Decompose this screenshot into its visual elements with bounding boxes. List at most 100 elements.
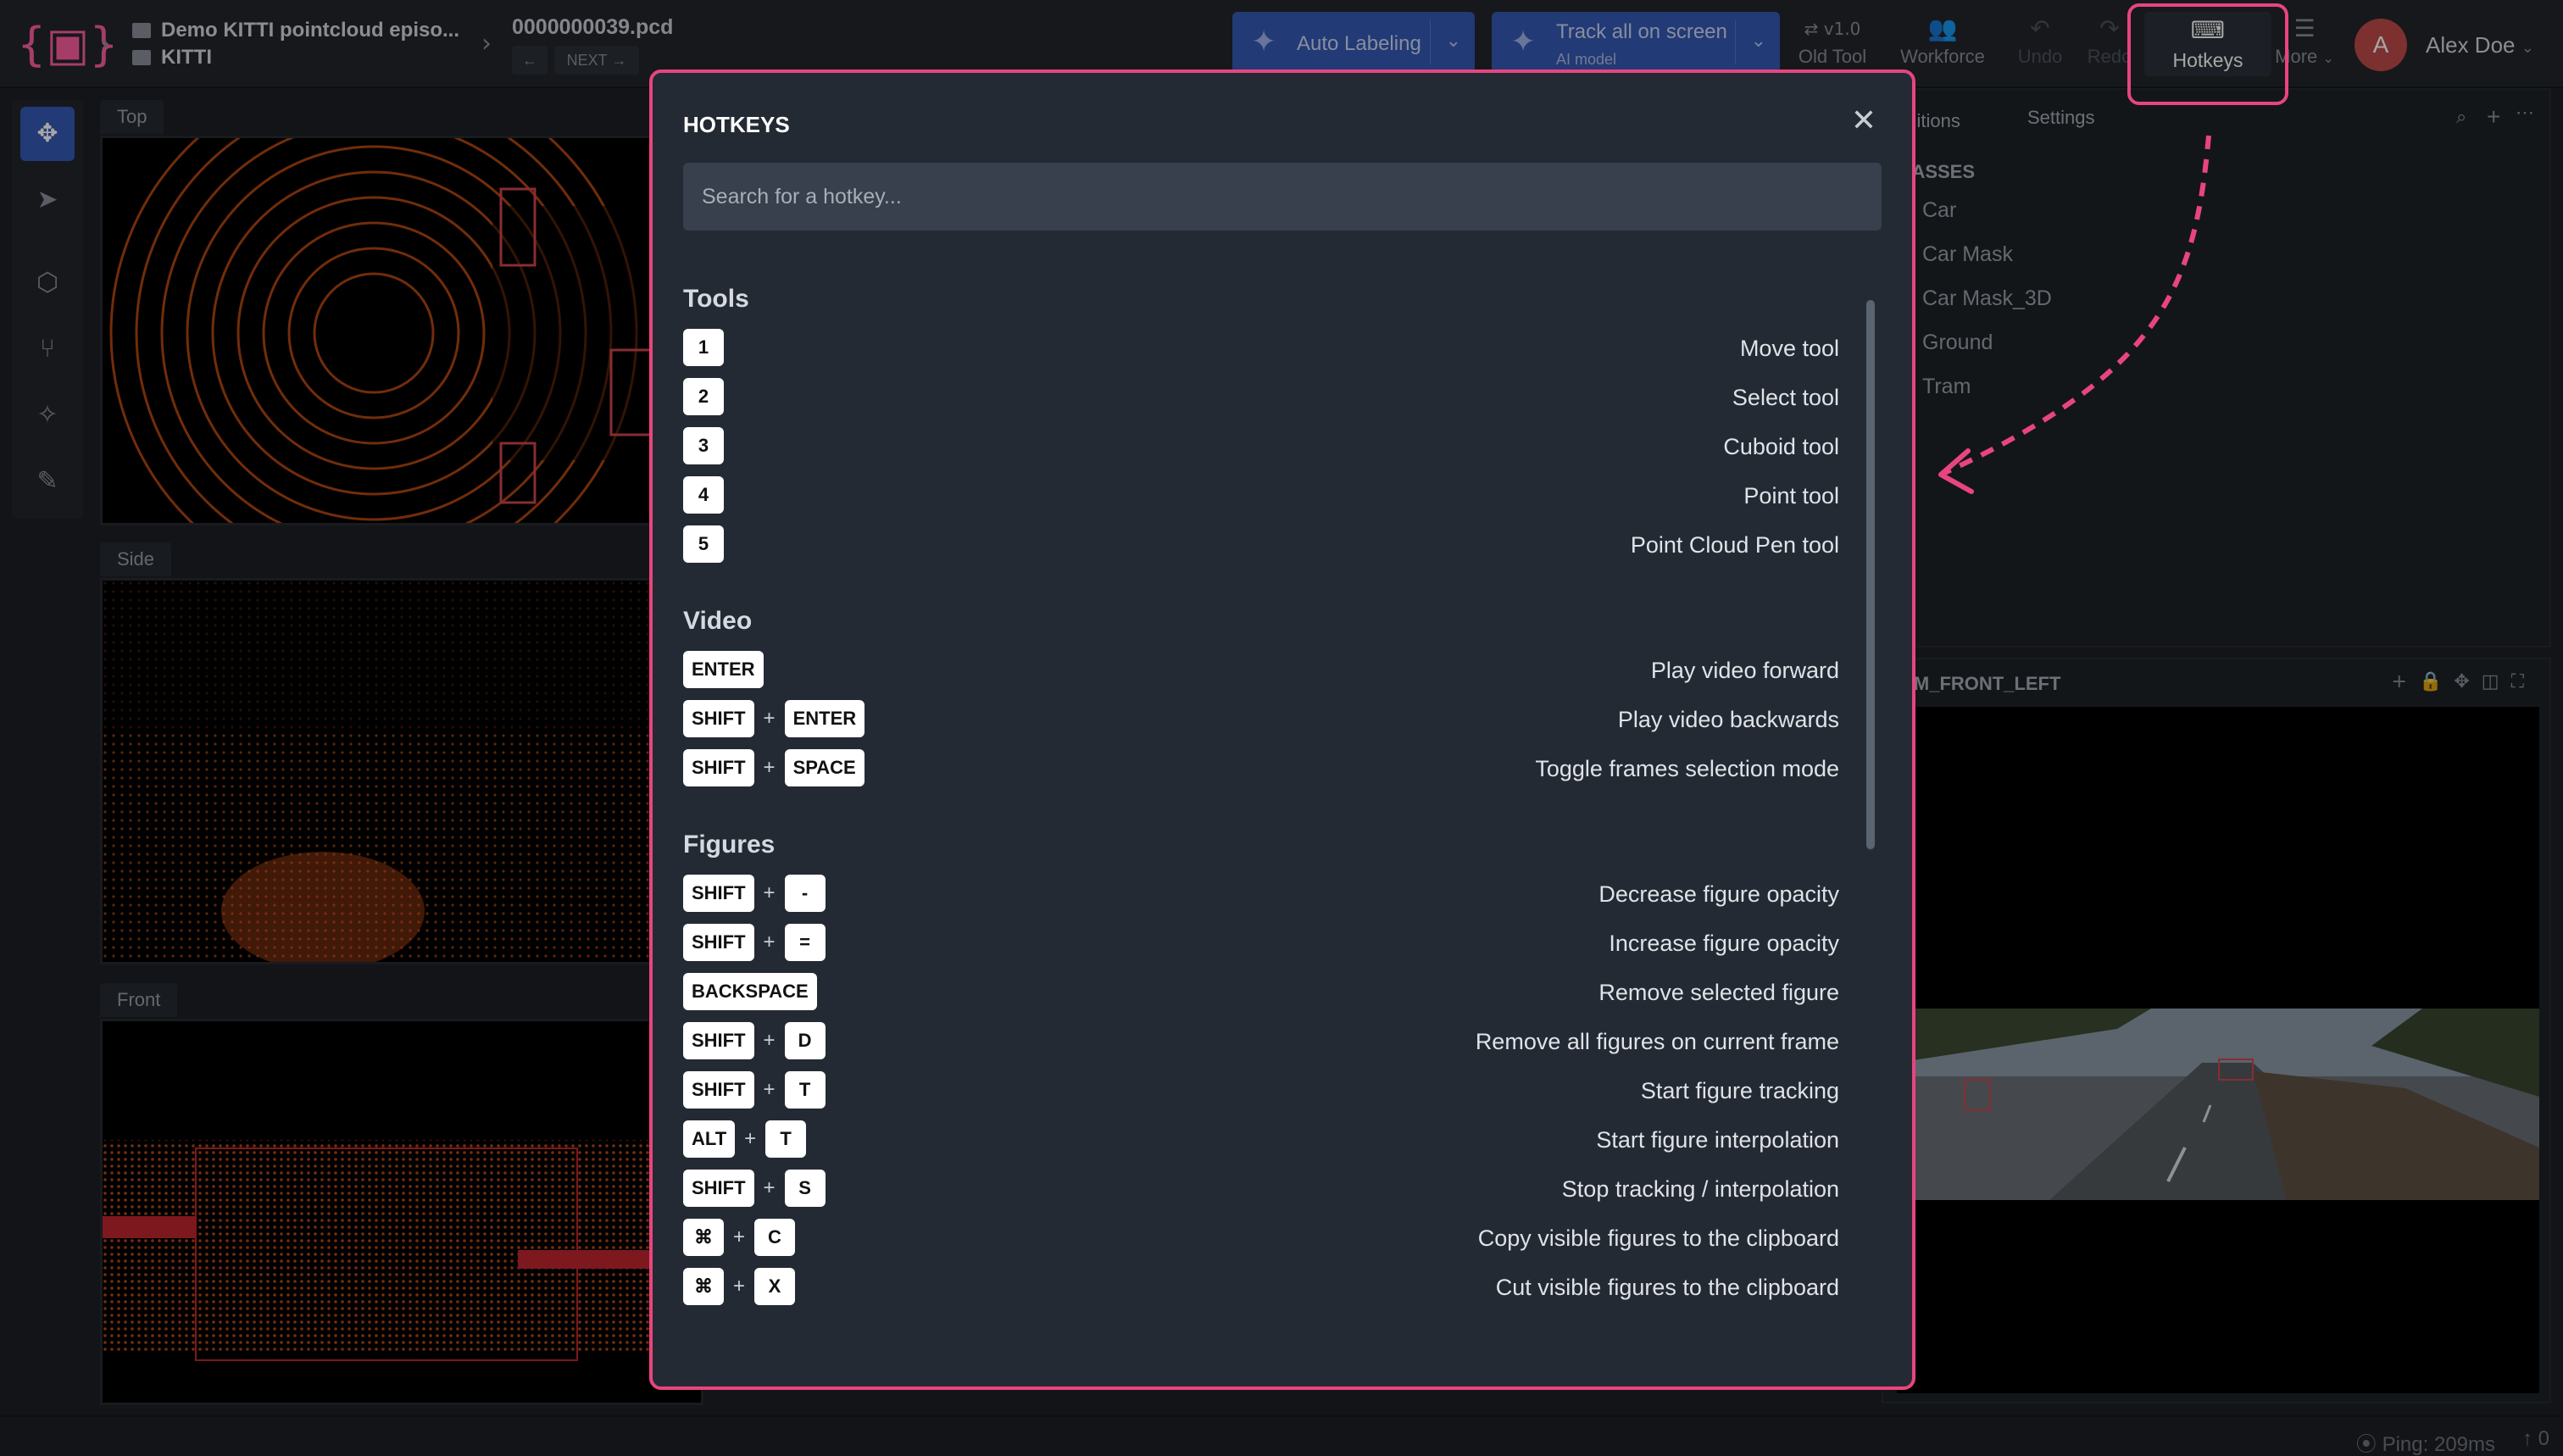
key-combo: 5	[683, 525, 724, 563]
close-icon[interactable]: ✕	[1851, 103, 1876, 138]
hotkeys-highlight	[2127, 3, 2288, 105]
hotkey-description: Start figure interpolation	[1596, 1127, 1839, 1153]
key-combo: SHIFT + S	[683, 1170, 826, 1207]
hotkey-row: 5 Point Cloud Pen tool	[683, 519, 1870, 568]
key-cap: ⌘	[683, 1219, 724, 1256]
key-cap: SHIFT	[683, 749, 754, 786]
key-cap: T	[765, 1120, 807, 1158]
hotkey-row: SHIFT + - Decrease figure opacity	[683, 868, 1870, 917]
key-combo: SHIFT + SPACE	[683, 749, 865, 786]
key-combo: 2	[683, 378, 724, 415]
plus-icon: +	[763, 1176, 776, 1199]
hotkey-section: Figures SHIFT + - Decrease figure opacity SHI…	[683, 822, 1870, 1310]
key-combo: SHIFT + T	[683, 1071, 826, 1109]
hotkey-row: SHIFT + S Stop tracking / interpolation	[683, 1163, 1870, 1212]
key-cap: SHIFT	[683, 1071, 754, 1109]
hotkey-row: 1 Move tool	[683, 322, 1870, 371]
key-combo: 1	[683, 329, 724, 366]
key-cap: 3	[683, 427, 724, 464]
plus-icon: +	[763, 931, 776, 953]
key-combo: ⌘ + C	[683, 1219, 795, 1256]
hotkey-section: Video ENTER Play video forward SHIFT + ENTER P…	[683, 598, 1870, 792]
hotkeys-modal: HOTKEYS ✕ Tools 1 Move tool 2 Select tool 3 Cu…	[649, 69, 1915, 1390]
hotkey-list: Tools 1 Move tool 2 Select tool 3 Cuboid tool 4…	[683, 276, 1870, 1310]
hotkey-row: SHIFT + SPACE Toggle frames selection mode	[683, 742, 1870, 792]
hotkey-search-input[interactable]	[683, 163, 1882, 231]
key-combo: 4	[683, 476, 724, 514]
key-cap: 4	[683, 476, 724, 514]
hotkey-row: ⌘ + C Copy visible figures to the clipboard	[683, 1212, 1870, 1261]
hotkey-section: Tools 1 Move tool 2 Select tool 3 Cuboid tool 4…	[683, 276, 1870, 568]
hotkey-description: Start figure tracking	[1640, 1078, 1839, 1103]
key-cap: SHIFT	[683, 700, 754, 737]
key-cap: T	[784, 1071, 826, 1109]
key-cap: 5	[683, 525, 724, 563]
section-title: Video	[683, 607, 753, 635]
hotkey-row: 4 Point tool	[683, 470, 1870, 519]
hotkey-row: 3 Cuboid tool	[683, 420, 1870, 470]
key-cap: SPACE	[784, 749, 865, 786]
key-combo: ENTER	[683, 651, 764, 688]
key-combo: SHIFT + =	[683, 924, 826, 961]
plus-icon: +	[763, 756, 776, 779]
plus-icon: +	[763, 1078, 776, 1101]
hotkey-row: SHIFT + D Remove all figures on current fra…	[683, 1015, 1870, 1064]
key-combo: ALT + T	[683, 1120, 807, 1158]
key-cap: ENTER	[784, 700, 865, 737]
hotkey-row: ALT + T Start figure interpolation	[683, 1114, 1870, 1163]
plus-icon: +	[763, 881, 776, 904]
key-cap: SHIFT	[683, 924, 754, 961]
key-cap: SHIFT	[683, 875, 754, 912]
key-cap: ALT	[683, 1120, 736, 1158]
hotkey-description: Increase figure opacity	[1609, 931, 1839, 956]
hotkey-description: Cut visible figures to the clipboard	[1495, 1275, 1839, 1300]
section-title: Figures	[683, 831, 776, 859]
hotkey-row: 2 Select tool	[683, 371, 1870, 420]
hotkey-row: SHIFT + T Start figure tracking	[683, 1064, 1870, 1114]
hotkey-row: SHIFT + = Increase figure opacity	[683, 917, 1870, 966]
key-cap: C	[754, 1219, 795, 1256]
hotkey-description: Remove all figures on current frame	[1475, 1029, 1839, 1054]
hotkey-row: ENTER Play video forward	[683, 644, 1870, 693]
key-cap: 2	[683, 378, 724, 415]
hotkey-description: Play video forward	[1650, 658, 1839, 683]
key-combo: BACKSPACE	[683, 973, 817, 1010]
key-cap: BACKSPACE	[683, 973, 817, 1010]
key-combo: SHIFT + -	[683, 875, 826, 912]
hotkey-description: Copy visible figures to the clipboard	[1477, 1225, 1839, 1251]
key-cap: =	[784, 924, 826, 961]
key-cap: S	[784, 1170, 826, 1207]
plus-icon: +	[744, 1127, 757, 1150]
hotkey-row: SHIFT + ENTER Play video backwards	[683, 693, 1870, 742]
plus-icon: +	[732, 1225, 745, 1248]
section-title: Tools	[683, 285, 749, 313]
hotkey-description: Play video backwards	[1617, 707, 1839, 732]
hotkey-description: Select tool	[1732, 385, 1839, 410]
key-cap: X	[754, 1268, 795, 1305]
hotkey-description: Decrease figure opacity	[1598, 881, 1839, 907]
key-combo: SHIFT + D	[683, 1022, 826, 1059]
key-cap: SHIFT	[683, 1022, 754, 1059]
plus-icon: +	[732, 1275, 745, 1298]
hotkey-description: Point Cloud Pen tool	[1630, 532, 1839, 558]
hotkey-description: Stop tracking / interpolation	[1561, 1176, 1839, 1202]
hotkey-description: Move tool	[1739, 336, 1839, 361]
hotkey-row: ⌘ + X Cut visible figures to the clipboard	[683, 1261, 1870, 1310]
pointer-arrow	[1938, 135, 2211, 494]
plus-icon: +	[763, 707, 776, 730]
modal-title: HOTKEYS	[683, 112, 790, 137]
key-combo: ⌘ + X	[683, 1268, 795, 1305]
key-cap: ENTER	[683, 651, 764, 688]
hotkey-description: Point tool	[1743, 483, 1839, 508]
hotkey-description: Remove selected figure	[1598, 980, 1839, 1005]
hotkey-description: Cuboid tool	[1723, 434, 1839, 459]
key-cap: SHIFT	[683, 1170, 754, 1207]
key-combo: 3	[683, 427, 724, 464]
key-cap: -	[784, 875, 826, 912]
key-combo: SHIFT + ENTER	[683, 700, 865, 737]
hotkey-row: BACKSPACE Remove selected figure	[683, 966, 1870, 1015]
key-cap: D	[784, 1022, 826, 1059]
plus-icon: +	[763, 1029, 776, 1052]
hotkey-description: Toggle frames selection mode	[1535, 756, 1839, 781]
key-cap: ⌘	[683, 1268, 724, 1305]
